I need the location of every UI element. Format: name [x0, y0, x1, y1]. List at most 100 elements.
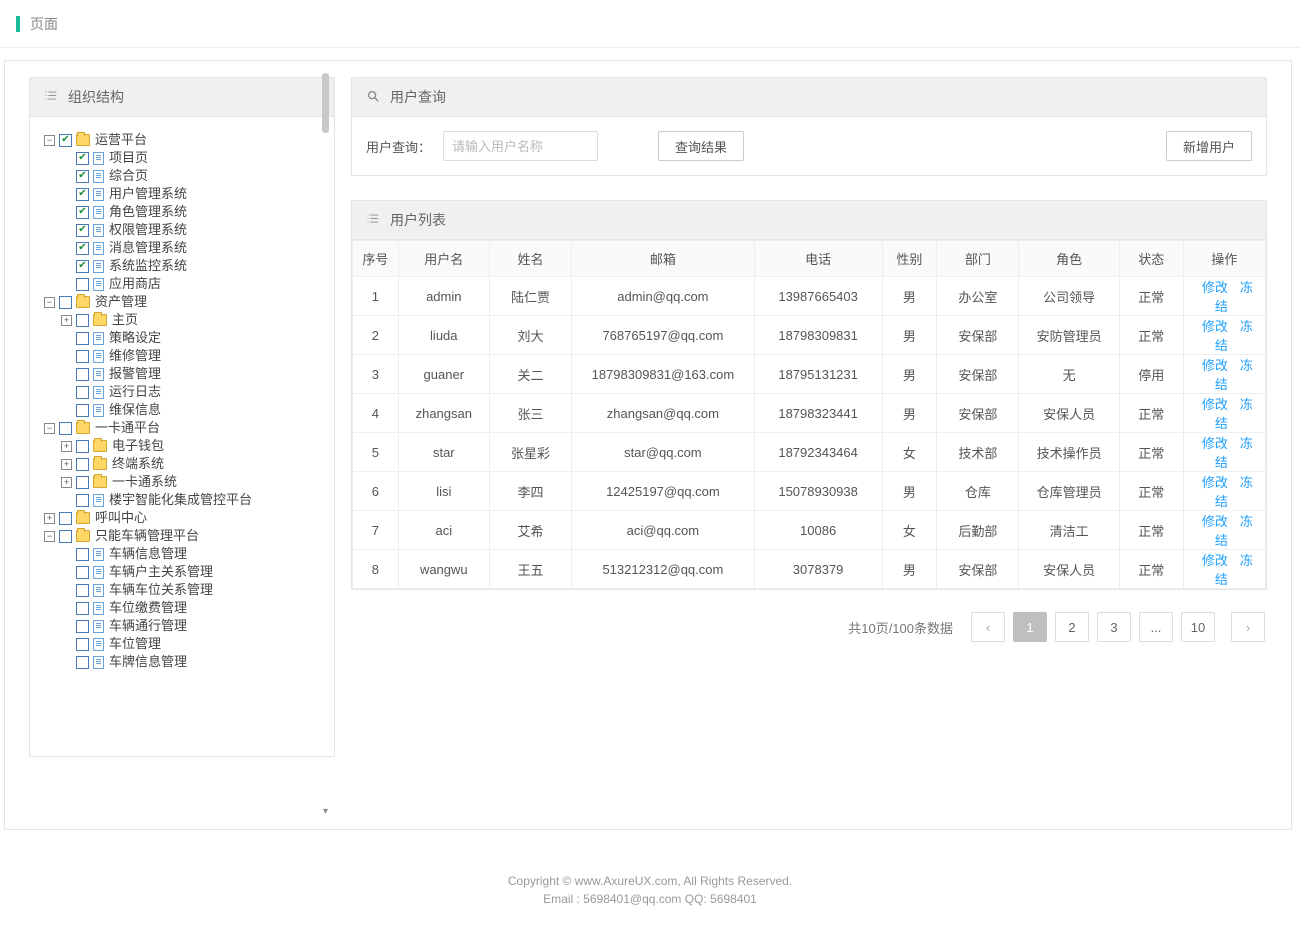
- table-cell: 13987665403: [754, 277, 882, 316]
- tree-node[interactable]: +呼叫中心: [44, 509, 320, 527]
- tree-node[interactable]: 车辆车位关系管理: [44, 581, 320, 599]
- pager-next[interactable]: ›: [1231, 612, 1265, 642]
- tree-checkbox[interactable]: [59, 512, 72, 525]
- tree-node[interactable]: 策略设定: [44, 329, 320, 347]
- edit-link[interactable]: 修改: [1202, 475, 1228, 490]
- tree-checkbox[interactable]: [76, 314, 89, 327]
- tree-checkbox[interactable]: [76, 404, 89, 417]
- tree-checkbox[interactable]: [76, 242, 89, 255]
- collapse-icon[interactable]: −: [44, 531, 55, 542]
- collapse-icon[interactable]: −: [44, 423, 55, 434]
- tree-node[interactable]: 综合页: [44, 167, 320, 185]
- tree-checkbox[interactable]: [76, 476, 89, 489]
- scrollbar-thumb[interactable]: [322, 73, 329, 133]
- tree-checkbox[interactable]: [59, 134, 72, 147]
- tree-checkbox[interactable]: [59, 296, 72, 309]
- tree-label: 车辆户主关系管理: [109, 563, 213, 581]
- tree-node[interactable]: +终端系统: [44, 455, 320, 473]
- tree-checkbox[interactable]: [76, 566, 89, 579]
- tree-node[interactable]: 应用商店: [44, 275, 320, 293]
- expand-icon[interactable]: +: [61, 459, 72, 470]
- scroll-down-icon[interactable]: ▾: [320, 806, 331, 817]
- tree-checkbox[interactable]: [76, 602, 89, 615]
- table-cell: 艾希: [489, 511, 571, 550]
- tree-node[interactable]: −资产管理: [44, 293, 320, 311]
- tree-checkbox[interactable]: [76, 188, 89, 201]
- table-cell: 刘大: [489, 316, 571, 355]
- edit-link[interactable]: 修改: [1202, 397, 1228, 412]
- tree-node[interactable]: 维修管理: [44, 347, 320, 365]
- pager-page[interactable]: 10: [1181, 612, 1215, 642]
- tree-checkbox[interactable]: [76, 350, 89, 363]
- pager-page[interactable]: 2: [1055, 612, 1089, 642]
- tree-node[interactable]: 车位缴费管理: [44, 599, 320, 617]
- tree-checkbox[interactable]: [76, 548, 89, 561]
- tree-checkbox[interactable]: [76, 368, 89, 381]
- tree-node[interactable]: 报警管理: [44, 365, 320, 383]
- expand-icon[interactable]: +: [61, 477, 72, 488]
- tree-guide: [61, 639, 72, 650]
- tree-node[interactable]: 系统监控系统: [44, 257, 320, 275]
- tree-guide: [61, 351, 72, 362]
- table-cell: 正常: [1119, 277, 1183, 316]
- tree-node[interactable]: 车牌信息管理: [44, 653, 320, 671]
- tree-guide: [61, 225, 72, 236]
- tree-checkbox[interactable]: [76, 386, 89, 399]
- tree-checkbox[interactable]: [76, 260, 89, 273]
- table-cell: guaner: [398, 355, 489, 394]
- pager-page[interactable]: 3: [1097, 612, 1131, 642]
- expand-icon[interactable]: +: [61, 315, 72, 326]
- tree-checkbox[interactable]: [76, 638, 89, 651]
- tree-node[interactable]: 车辆信息管理: [44, 545, 320, 563]
- edit-link[interactable]: 修改: [1202, 553, 1228, 568]
- expand-icon[interactable]: +: [61, 441, 72, 452]
- tree-checkbox[interactable]: [76, 440, 89, 453]
- edit-link[interactable]: 修改: [1202, 358, 1228, 373]
- edit-link[interactable]: 修改: [1202, 436, 1228, 451]
- tree-checkbox[interactable]: [76, 494, 89, 507]
- tree-node[interactable]: 车位管理: [44, 635, 320, 653]
- tree-node[interactable]: −只能车辆管理平台: [44, 527, 320, 545]
- tree-node[interactable]: 车辆户主关系管理: [44, 563, 320, 581]
- tree-node[interactable]: 项目页: [44, 149, 320, 167]
- tree-checkbox[interactable]: [59, 422, 72, 435]
- tree-node[interactable]: +一卡通系统: [44, 473, 320, 491]
- tree-node[interactable]: 用户管理系统: [44, 185, 320, 203]
- tree-checkbox[interactable]: [76, 620, 89, 633]
- collapse-icon[interactable]: −: [44, 297, 55, 308]
- edit-link[interactable]: 修改: [1202, 319, 1228, 334]
- tree-checkbox[interactable]: [76, 206, 89, 219]
- add-user-button[interactable]: 新增用户: [1166, 131, 1252, 161]
- tree-checkbox[interactable]: [76, 584, 89, 597]
- tree-node[interactable]: 运行日志: [44, 383, 320, 401]
- tree-checkbox[interactable]: [76, 170, 89, 183]
- collapse-icon[interactable]: −: [44, 135, 55, 146]
- expand-icon[interactable]: +: [44, 513, 55, 524]
- tree-node[interactable]: 权限管理系统: [44, 221, 320, 239]
- tree-checkbox[interactable]: [76, 224, 89, 237]
- tree-node[interactable]: 消息管理系统: [44, 239, 320, 257]
- tree-node[interactable]: 楼宇智能化集成管控平台: [44, 491, 320, 509]
- tree-node[interactable]: +主页: [44, 311, 320, 329]
- tree-checkbox[interactable]: [76, 656, 89, 669]
- tree-node[interactable]: +电子钱包: [44, 437, 320, 455]
- tree-node[interactable]: 维保信息: [44, 401, 320, 419]
- tree-checkbox[interactable]: [76, 458, 89, 471]
- search-input[interactable]: [443, 131, 598, 161]
- query-button[interactable]: 查询结果: [658, 131, 744, 161]
- tree-node[interactable]: −运营平台: [44, 131, 320, 149]
- pager-prev[interactable]: ‹: [971, 612, 1005, 642]
- pager-page[interactable]: 1: [1013, 612, 1047, 642]
- tree-node[interactable]: 角色管理系统: [44, 203, 320, 221]
- tree-checkbox[interactable]: [76, 278, 89, 291]
- tree-node[interactable]: −一卡通平台: [44, 419, 320, 437]
- tree-checkbox[interactable]: [59, 530, 72, 543]
- tree-label: 车辆通行管理: [109, 617, 187, 635]
- tree-checkbox[interactable]: [76, 152, 89, 165]
- tree-node[interactable]: 车辆通行管理: [44, 617, 320, 635]
- edit-link[interactable]: 修改: [1202, 514, 1228, 529]
- table-cell: 安保部: [937, 316, 1019, 355]
- table-cell: 正常: [1119, 472, 1183, 511]
- tree-checkbox[interactable]: [76, 332, 89, 345]
- edit-link[interactable]: 修改: [1202, 280, 1228, 295]
